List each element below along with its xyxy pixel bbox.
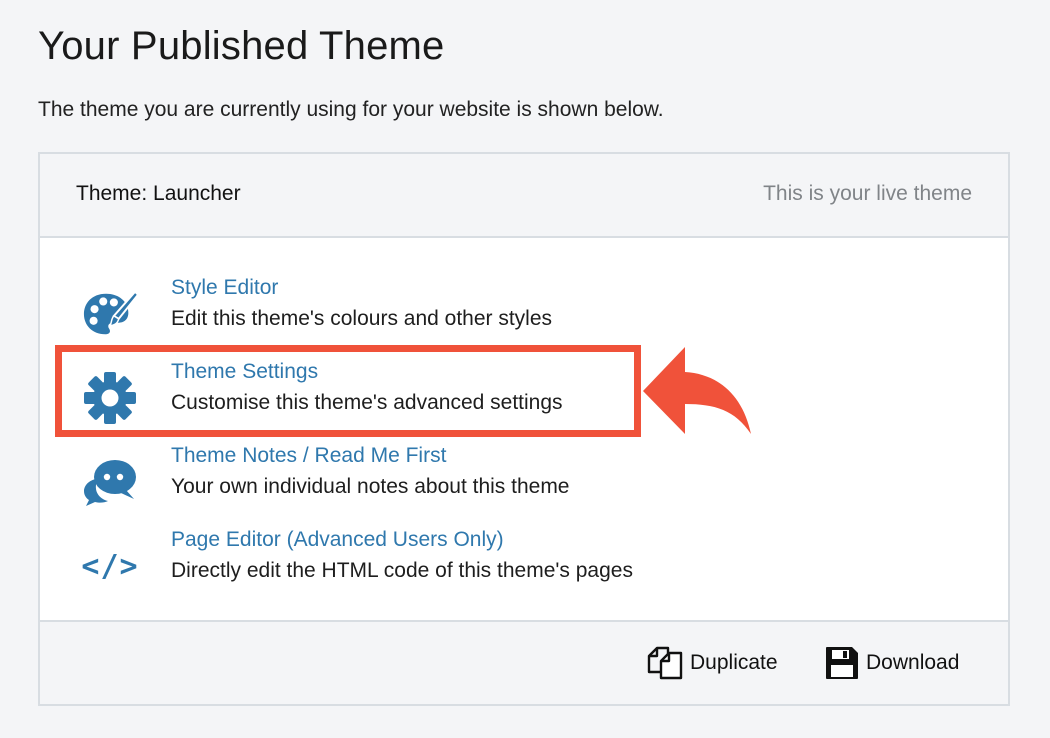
option-theme-settings[interactable]: Theme Settings Customise this theme's ad… bbox=[40, 360, 640, 430]
panel-footer: Duplicate Download bbox=[40, 620, 1008, 704]
option-page-editor[interactable]: </> Page Editor (Advanced Users Only) Di… bbox=[40, 528, 640, 598]
download-button[interactable]: Download bbox=[824, 644, 959, 682]
option-theme-notes[interactable]: Theme Notes / Read Me First Your own ind… bbox=[40, 444, 640, 514]
duplicate-label: Duplicate bbox=[690, 651, 778, 674]
theme-settings-description: Customise this theme's advanced settings bbox=[171, 391, 563, 414]
style-editor-description: Edit this theme's colours and other styl… bbox=[171, 307, 553, 330]
theme-panel: Theme: Launcher This is your live theme … bbox=[38, 152, 1010, 706]
duplicate-button[interactable]: Duplicate bbox=[646, 644, 778, 682]
palette-icon bbox=[82, 286, 138, 342]
chat-bubbles-icon bbox=[82, 454, 138, 510]
option-style-editor[interactable]: Style Editor Edit this theme's colours a… bbox=[40, 276, 640, 346]
theme-settings-link[interactable]: Theme Settings bbox=[171, 360, 318, 384]
panel-header: Theme: Launcher This is your live theme bbox=[40, 154, 1008, 238]
page-editor-link[interactable]: Page Editor (Advanced Users Only) bbox=[171, 528, 504, 552]
theme-notes-description: Your own individual notes about this the… bbox=[171, 475, 570, 498]
code-icon: </> bbox=[81, 548, 139, 584]
floppy-disk-icon bbox=[826, 647, 858, 679]
page-editor-description: Directly edit the HTML code of this them… bbox=[171, 559, 633, 582]
page-title: Your Published Theme bbox=[38, 24, 445, 68]
curved-arrow-icon bbox=[643, 347, 751, 434]
page-subtitle: The theme you are currently using for yo… bbox=[38, 98, 664, 121]
theme-notes-link[interactable]: Theme Notes / Read Me First bbox=[171, 444, 446, 468]
download-label: Download bbox=[866, 651, 960, 674]
live-theme-label: This is your live theme bbox=[763, 182, 972, 205]
theme-name: Theme: Launcher bbox=[76, 182, 241, 205]
gear-icon bbox=[82, 370, 138, 426]
style-editor-link[interactable]: Style Editor bbox=[171, 276, 278, 300]
duplicate-icon bbox=[647, 646, 683, 680]
